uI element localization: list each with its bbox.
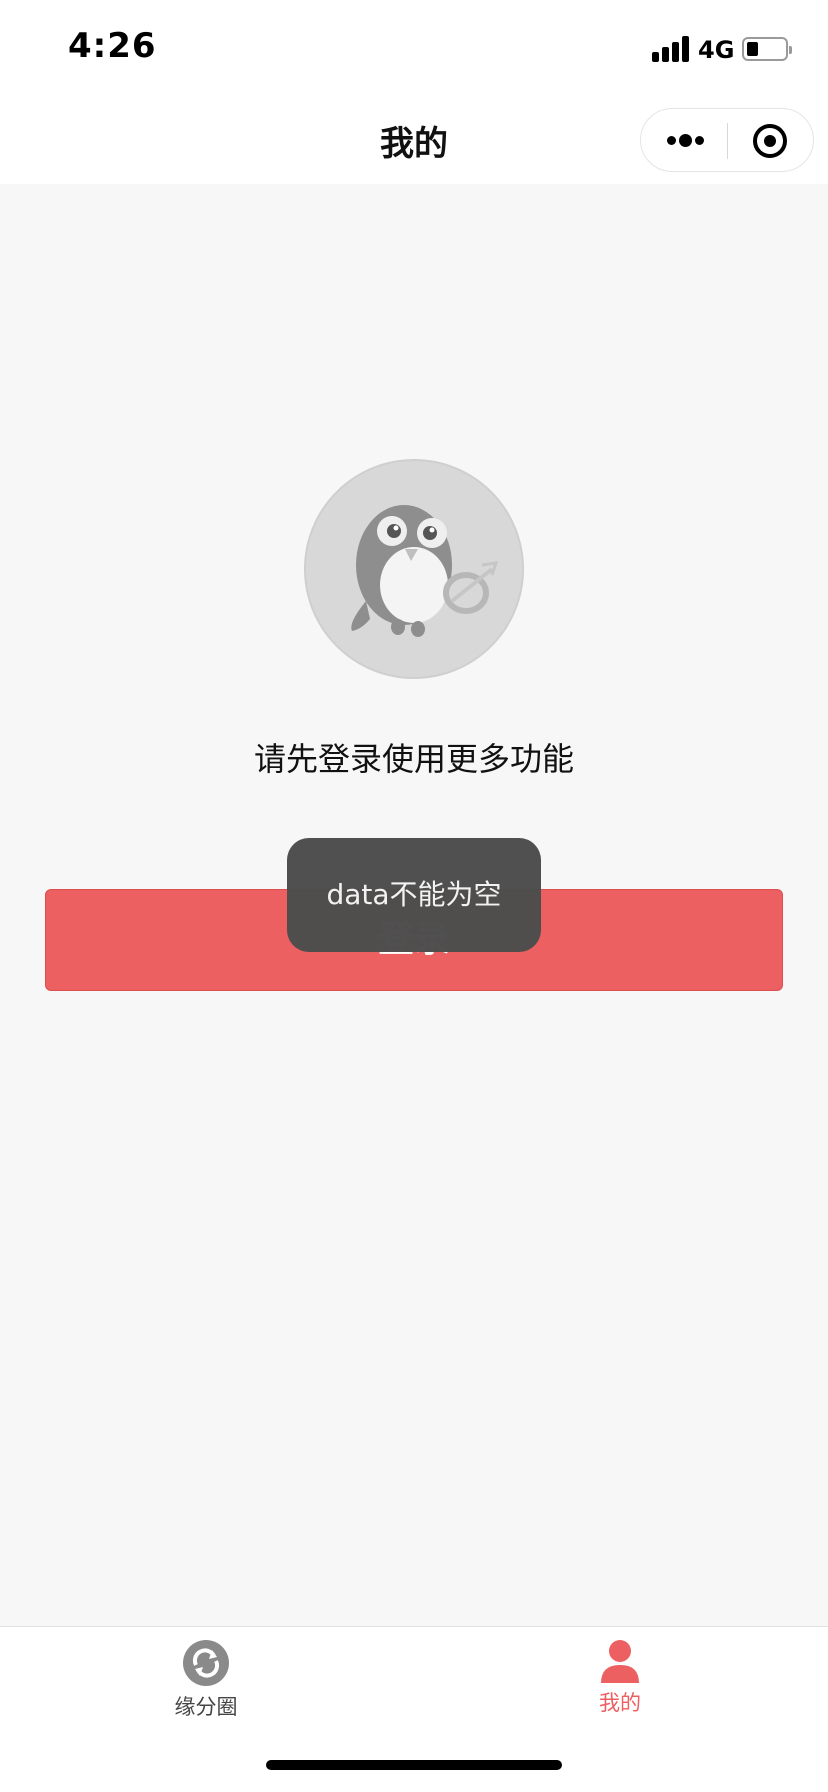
- person-icon: [601, 1640, 639, 1683]
- status-time: 4:26: [68, 26, 157, 66]
- penguin-avatar-icon: [351, 505, 499, 637]
- more-icon[interactable]: [665, 131, 705, 151]
- toast-message: data不能为空: [287, 838, 541, 952]
- signal-icon: [652, 36, 690, 62]
- status-bar: 4:26 4G: [0, 0, 828, 96]
- login-prompt: 请先登录使用更多功能: [253, 740, 574, 778]
- avatar[interactable]: [304, 459, 524, 679]
- network-label: 4G: [698, 36, 735, 64]
- miniprogram-capsule: [640, 108, 814, 172]
- battery-icon: [742, 37, 792, 61]
- tab-yuanfenquan[interactable]: 缘分圈: [116, 1639, 296, 1739]
- capsule-divider: [727, 123, 728, 159]
- refresh-circle-icon: [183, 1640, 229, 1686]
- tab-label: 我的: [599, 1691, 641, 1715]
- home-indicator: [266, 1760, 562, 1770]
- tab-mine[interactable]: 我的: [530, 1639, 710, 1739]
- close-target-icon[interactable]: [753, 124, 787, 158]
- tab-label: 缘分圈: [174, 1695, 238, 1719]
- nav-bar: 我的: [0, 96, 828, 184]
- screen: 4:26 4G 我的 请先登录使用更多功能 data不能为空 缘分圈 我的: [0, 0, 828, 1792]
